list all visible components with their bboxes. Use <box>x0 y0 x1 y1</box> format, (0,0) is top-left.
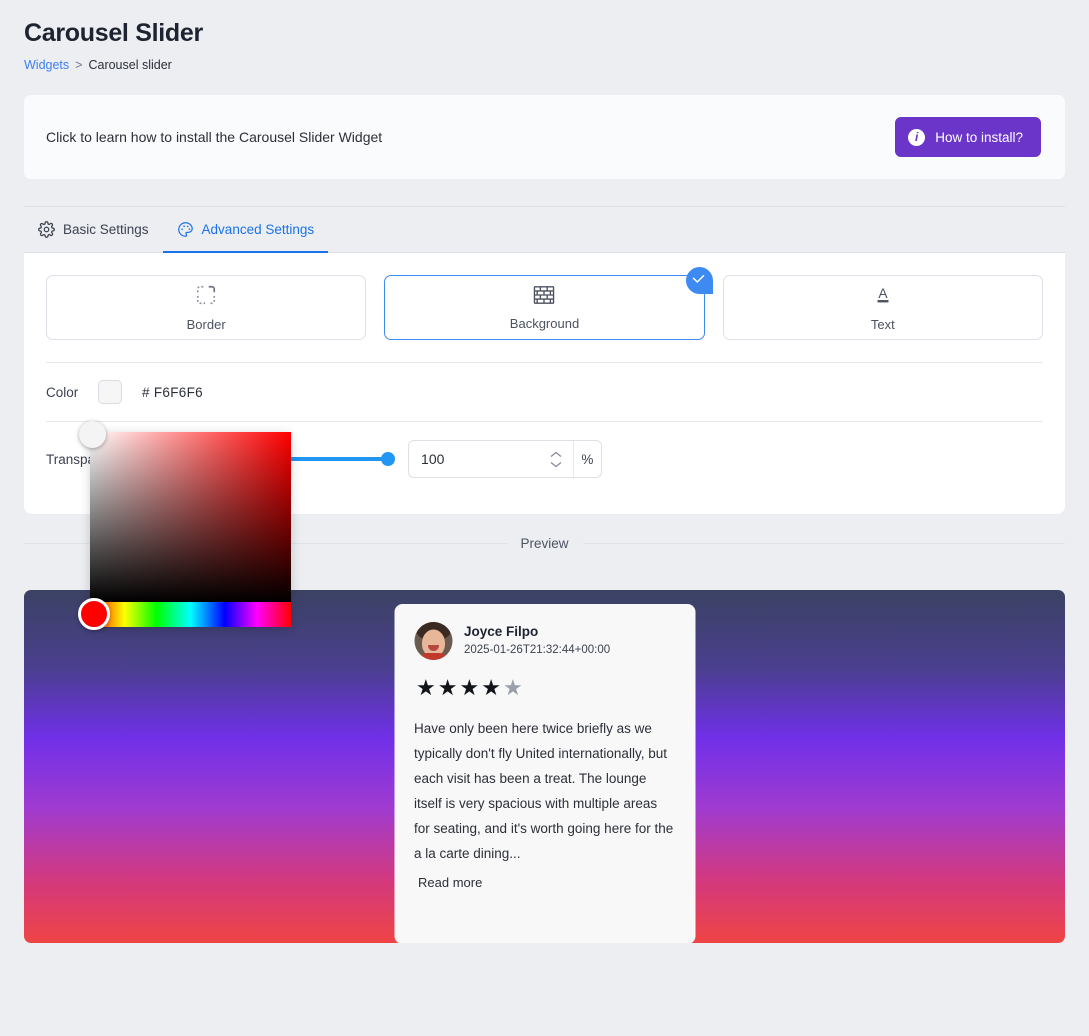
reviewer-name: Joyce Filpo <box>464 623 539 639</box>
text-underline-icon: A <box>872 284 894 311</box>
review-date: 2025-01-26T21:32:44+00:00 <box>464 643 611 656</box>
review-text: Have only been here twice briefly as we … <box>414 721 674 861</box>
install-banner-text: Click to learn how to install the Carous… <box>46 129 383 145</box>
transparency-stepper[interactable] <box>549 451 573 468</box>
brick-wall-icon <box>533 285 555 310</box>
breadcrumb-link-widgets[interactable]: Widgets <box>24 58 69 72</box>
read-more-link[interactable]: Read more <box>418 875 482 890</box>
color-picker-saturation-area[interactable] <box>79 421 291 602</box>
star-3: ★ <box>459 675 482 700</box>
option-card-text-label: Text <box>870 316 895 332</box>
how-to-install-button[interactable]: i How to install? <box>895 117 1041 157</box>
how-to-install-button-label: How to install? <box>935 129 1023 145</box>
tab-advanced-settings-label: Advanced Settings <box>201 222 315 237</box>
star-1: ★ <box>416 675 438 700</box>
color-hex-value: # F6F6F6 <box>142 385 203 400</box>
option-card-border-label: Border <box>186 316 226 332</box>
chevron-up-icon <box>550 451 562 457</box>
page-title: Carousel Slider <box>24 19 203 47</box>
hue-handle[interactable] <box>78 598 110 630</box>
color-hex-hash: # <box>142 384 150 400</box>
gear-icon <box>38 221 55 238</box>
install-banner: Click to learn how to install the Carous… <box>24 95 1065 179</box>
tab-basic-settings[interactable]: Basic Settings <box>24 208 163 253</box>
style-option-cards: Border Background A Text <box>46 267 1043 340</box>
chevron-down-icon <box>550 461 562 467</box>
preview-stage: Joyce Filpo 2025-01-26T21:32:44+00:00 ★★… <box>24 590 1065 943</box>
page-header: Carousel Slider Widgets > Carousel slide… <box>0 0 1089 72</box>
star-rating: ★★★★★ <box>416 677 675 699</box>
color-field-label: Color <box>46 384 79 400</box>
option-card-background-label: Background <box>509 315 580 331</box>
star-2: ★ <box>437 675 460 700</box>
option-card-background[interactable]: Background <box>384 267 713 340</box>
review-header: Joyce Filpo 2025-01-26T21:32:44+00:00 <box>414 622 675 660</box>
saturation-handle[interactable] <box>79 421 106 448</box>
star-5: ★ <box>502 675 525 700</box>
transparency-input[interactable] <box>409 451 549 467</box>
color-hex-code: F6F6F6 <box>153 384 203 400</box>
tab-advanced-settings[interactable]: Advanced Settings <box>162 208 329 253</box>
selected-check-icon <box>685 267 713 294</box>
settings-tabs: Basic Settings Advanced Settings <box>24 207 1065 253</box>
preview-label: Preview <box>520 536 569 551</box>
breadcrumb-current: Carousel slider <box>88 58 172 72</box>
option-card-border[interactable]: Border <box>46 275 367 340</box>
palette-icon <box>177 221 194 238</box>
breadcrumb: Widgets > Carousel slider <box>24 58 1065 72</box>
breadcrumb-separator: > <box>75 58 83 72</box>
star-4: ★ <box>481 675 503 700</box>
info-icon: i <box>908 128 926 146</box>
slider-thumb[interactable] <box>381 452 396 466</box>
avatar <box>414 622 452 660</box>
preview-line-right <box>582 543 1066 544</box>
color-field-row: Color # F6F6F6 <box>46 363 1043 421</box>
color-picker-hue-strip[interactable] <box>78 598 291 630</box>
svg-text:A: A <box>878 286 888 301</box>
dashed-border-icon <box>195 284 217 311</box>
review-card: Joyce Filpo 2025-01-26T21:32:44+00:00 ★★… <box>394 604 695 943</box>
color-swatch-button[interactable] <box>98 380 122 404</box>
color-picker-popup[interactable] <box>78 421 291 630</box>
review-meta: Joyce Filpo 2025-01-26T21:32:44+00:00 <box>464 623 610 659</box>
transparency-number-field[interactable]: % <box>408 440 603 478</box>
option-card-text[interactable]: A Text <box>722 275 1043 340</box>
transparency-unit: % <box>572 441 601 477</box>
tab-basic-settings-label: Basic Settings <box>63 222 149 237</box>
